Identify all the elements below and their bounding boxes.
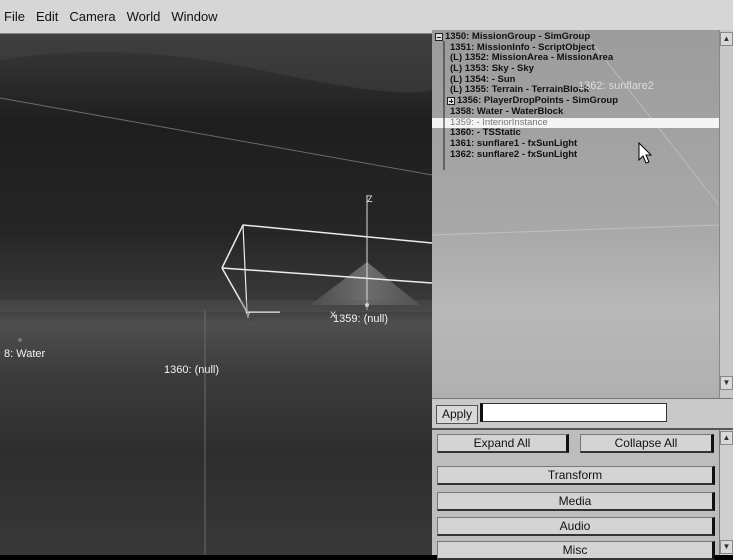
field-value-input[interactable] — [480, 403, 667, 422]
inspector-buttons-panel: Expand All Collapse All Transform Media … — [432, 428, 733, 560]
scene-graphics — [0, 34, 432, 555]
mission-tree: 1350: MissionGroup - SimGroup 1351: Miss… — [432, 31, 719, 161]
tree-item[interactable]: 1358: Water - WaterBlock — [432, 106, 719, 118]
object-label-water: 8: Water — [4, 348, 46, 360]
tree-connector-lines — [443, 41, 445, 170]
menu-window[interactable]: Window — [171, 9, 217, 24]
misc-button[interactable]: Misc — [437, 541, 715, 560]
tree-item[interactable]: 1361: sunflare1 - fxSunLight — [432, 138, 719, 150]
scroll-up-icon[interactable]: ▲ — [720, 32, 733, 46]
expand-all-button[interactable]: Expand All — [437, 434, 569, 453]
pyramid-mesh — [310, 262, 420, 305]
scroll-down-icon[interactable]: ▼ — [720, 376, 733, 390]
menu-camera[interactable]: Camera — [69, 9, 115, 24]
scroll-up-icon[interactable]: ▲ — [720, 431, 733, 445]
collapse-all-button[interactable]: Collapse All — [580, 434, 714, 453]
world-viewport[interactable]: Z Y X 1359: (null) 8: Water 1360: (null) — [0, 34, 432, 555]
media-button[interactable]: Media — [437, 492, 715, 511]
object-label-1360: 1360: (null) — [164, 364, 220, 376]
transform-button[interactable]: Transform — [437, 466, 715, 485]
scroll-down-icon[interactable]: ▼ — [720, 540, 733, 554]
axis-z-label: Z — [367, 194, 373, 204]
mouse-cursor-icon — [638, 142, 653, 164]
audio-button[interactable]: Audio — [437, 517, 715, 536]
inspector-scrollbar[interactable]: ▲ ▼ — [719, 430, 733, 555]
ghost-object-label: 1362: sunflare2 — [578, 80, 654, 92]
menu-file[interactable]: File — [4, 9, 25, 24]
menu-world[interactable]: World — [127, 9, 161, 24]
axis-y-label: Y — [245, 310, 252, 320]
menu-edit[interactable]: Edit — [36, 9, 58, 24]
object-label-1359: 1359: (null) — [333, 313, 389, 325]
mission-tree-panel: 1350: MissionGroup - SimGroup 1351: Miss… — [432, 30, 719, 398]
tree-scrollbar[interactable]: ▲ ▼ — [719, 30, 733, 398]
tree-item[interactable]: 1362: sunflare2 - fxSunLight — [432, 149, 719, 161]
menu-bar: File Edit Camera World Window — [0, 0, 733, 34]
apply-button[interactable]: Apply — [436, 405, 478, 424]
